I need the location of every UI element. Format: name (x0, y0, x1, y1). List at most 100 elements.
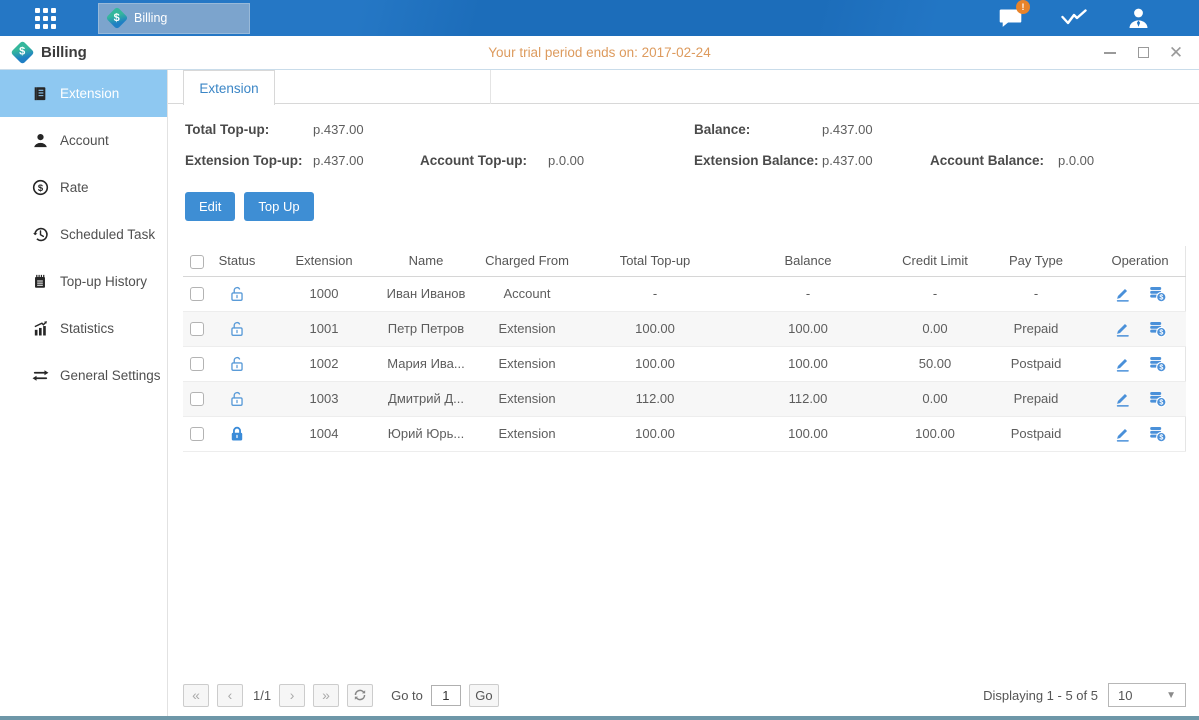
top-up-button[interactable]: Top Up (244, 192, 313, 221)
svg-text:$: $ (1159, 329, 1163, 337)
status-unlocked-toggle[interactable] (228, 390, 246, 408)
prev-page-button[interactable]: ‹ (217, 684, 243, 707)
col-credit-limit: Credit Limit (892, 246, 978, 276)
row-edit-button[interactable] (1113, 319, 1132, 338)
svg-text:$: $ (1159, 434, 1163, 442)
sidebar-item-scheduled-task[interactable]: Scheduled Task (0, 211, 167, 258)
cell-total-topup: 100.00 (586, 416, 724, 451)
cell-pay-type: Prepaid (978, 311, 1094, 346)
svg-text:$: $ (1159, 399, 1163, 407)
table-row: 1001Петр ПетровExtension100.00100.000.00… (183, 311, 1186, 346)
cell-pay-type: Prepaid (978, 381, 1094, 416)
sidebar-item-rate[interactable]: $ Rate (0, 164, 167, 211)
top-up-coins-icon: $ (1148, 354, 1167, 373)
cell-name: Дмитрий Д... (384, 381, 468, 416)
cell-extension: 1003 (264, 381, 384, 416)
window-bottom-border (0, 716, 1199, 720)
sidebar-item-label: Extension (60, 86, 119, 101)
col-status: Status (210, 246, 264, 276)
summary-label: Extension Balance: (694, 153, 822, 168)
window-title: Billing (41, 44, 87, 61)
row-topup-button[interactable]: $ (1148, 319, 1167, 338)
cell-charged-from: Extension (468, 381, 586, 416)
first-page-button[interactable]: « (183, 684, 209, 707)
topup-history-notebook-icon (31, 273, 49, 291)
row-topup-button[interactable]: $ (1148, 284, 1167, 303)
cell-name: Юрий Юрь... (384, 416, 468, 451)
next-page-button[interactable]: › (279, 684, 305, 707)
go-button[interactable]: Go (469, 684, 499, 707)
page-size-value: 10 (1118, 688, 1132, 703)
row-checkbox[interactable] (190, 392, 204, 406)
cell-total-topup: - (586, 276, 724, 311)
billing-app: $ Billing ! (0, 0, 1199, 720)
cell-extension: 1001 (264, 311, 384, 346)
sidebar-item-account[interactable]: Account (0, 117, 167, 164)
summary-label: Total Top-up: (185, 122, 313, 137)
sidebar-item-label: Scheduled Task (60, 227, 155, 242)
reports-button[interactable] (1061, 6, 1087, 30)
statistics-chart-icon (31, 320, 49, 338)
chevron-down-icon: ▼ (1166, 690, 1176, 701)
row-checkbox[interactable] (190, 322, 204, 336)
cell-pay-type: Postpaid (978, 416, 1094, 451)
summary-value: p.0.00 (548, 153, 584, 168)
row-checkbox[interactable] (190, 427, 204, 441)
col-total-topup: Total Top-up (586, 246, 724, 276)
top-up-coins-icon: $ (1148, 424, 1167, 443)
cell-charged-from: Extension (468, 311, 586, 346)
cell-credit-limit: 0.00 (892, 311, 978, 346)
row-edit-button[interactable] (1113, 424, 1132, 443)
minimize-button[interactable] (1103, 46, 1117, 60)
row-edit-button[interactable] (1113, 354, 1132, 373)
maximize-button[interactable] (1136, 46, 1150, 60)
status-unlocked-toggle[interactable] (228, 355, 246, 373)
app-launcher-icon[interactable] (35, 8, 56, 29)
sidebar-item-label: Top-up History (60, 274, 147, 289)
row-edit-button[interactable] (1113, 284, 1132, 303)
status-locked-toggle[interactable] (228, 425, 246, 443)
user-menu-button[interactable] (1125, 6, 1151, 30)
unlocked-icon (228, 285, 246, 303)
cell-charged-from: Extension (468, 416, 586, 451)
sidebar-item-statistics[interactable]: Statistics (0, 305, 167, 352)
row-checkbox[interactable] (190, 357, 204, 371)
rate-dollar-circle-icon: $ (31, 179, 49, 197)
select-all-checkbox[interactable] (190, 255, 204, 269)
extensions-table: Status Extension Name Charged From Total… (183, 246, 1186, 452)
cell-total-topup: 112.00 (586, 381, 724, 416)
sidebar-item-general-settings[interactable]: General Settings (0, 352, 167, 399)
sidebar-item-extension[interactable]: Extension (0, 70, 167, 117)
edit-button[interactable]: Edit (185, 192, 235, 221)
close-button[interactable]: ✕ (1169, 46, 1183, 60)
row-topup-button[interactable]: $ (1148, 389, 1167, 408)
status-unlocked-toggle[interactable] (228, 285, 246, 303)
sidebar-item-topup-history[interactable]: Top-up History (0, 258, 167, 305)
row-edit-button[interactable] (1113, 389, 1132, 408)
sidebar-item-label: Statistics (60, 321, 114, 336)
taskbar-item-billing[interactable]: $ Billing (98, 3, 250, 34)
cell-pay-type: Postpaid (978, 346, 1094, 381)
cell-balance: - (724, 276, 892, 311)
page-size-select[interactable]: 10 ▼ (1108, 683, 1186, 707)
goto-page-input[interactable] (431, 685, 461, 706)
locked-icon (228, 425, 246, 443)
status-unlocked-toggle[interactable] (228, 320, 246, 338)
refresh-button[interactable] (347, 684, 373, 707)
row-topup-button[interactable]: $ (1148, 424, 1167, 443)
col-extension: Extension (264, 246, 384, 276)
top-up-coins-icon: $ (1148, 319, 1167, 338)
col-balance: Balance (724, 246, 892, 276)
cell-charged-from: Extension (468, 346, 586, 381)
cell-total-topup: 100.00 (586, 311, 724, 346)
notifications-button[interactable]: ! (997, 6, 1023, 30)
last-page-button[interactable]: » (313, 684, 339, 707)
billing-summary: Total Top-up:p.437.00 Balance:p.437.00 E… (185, 118, 1182, 171)
tab-strip: Extension (168, 70, 1199, 104)
summary-label: Balance: (694, 122, 822, 137)
row-topup-button[interactable]: $ (1148, 354, 1167, 373)
tab-extension[interactable]: Extension (183, 70, 275, 105)
row-checkbox[interactable] (190, 287, 204, 301)
table-row: 1003Дмитрий Д...Extension112.00112.000.0… (183, 381, 1186, 416)
cell-charged-from: Account (468, 276, 586, 311)
